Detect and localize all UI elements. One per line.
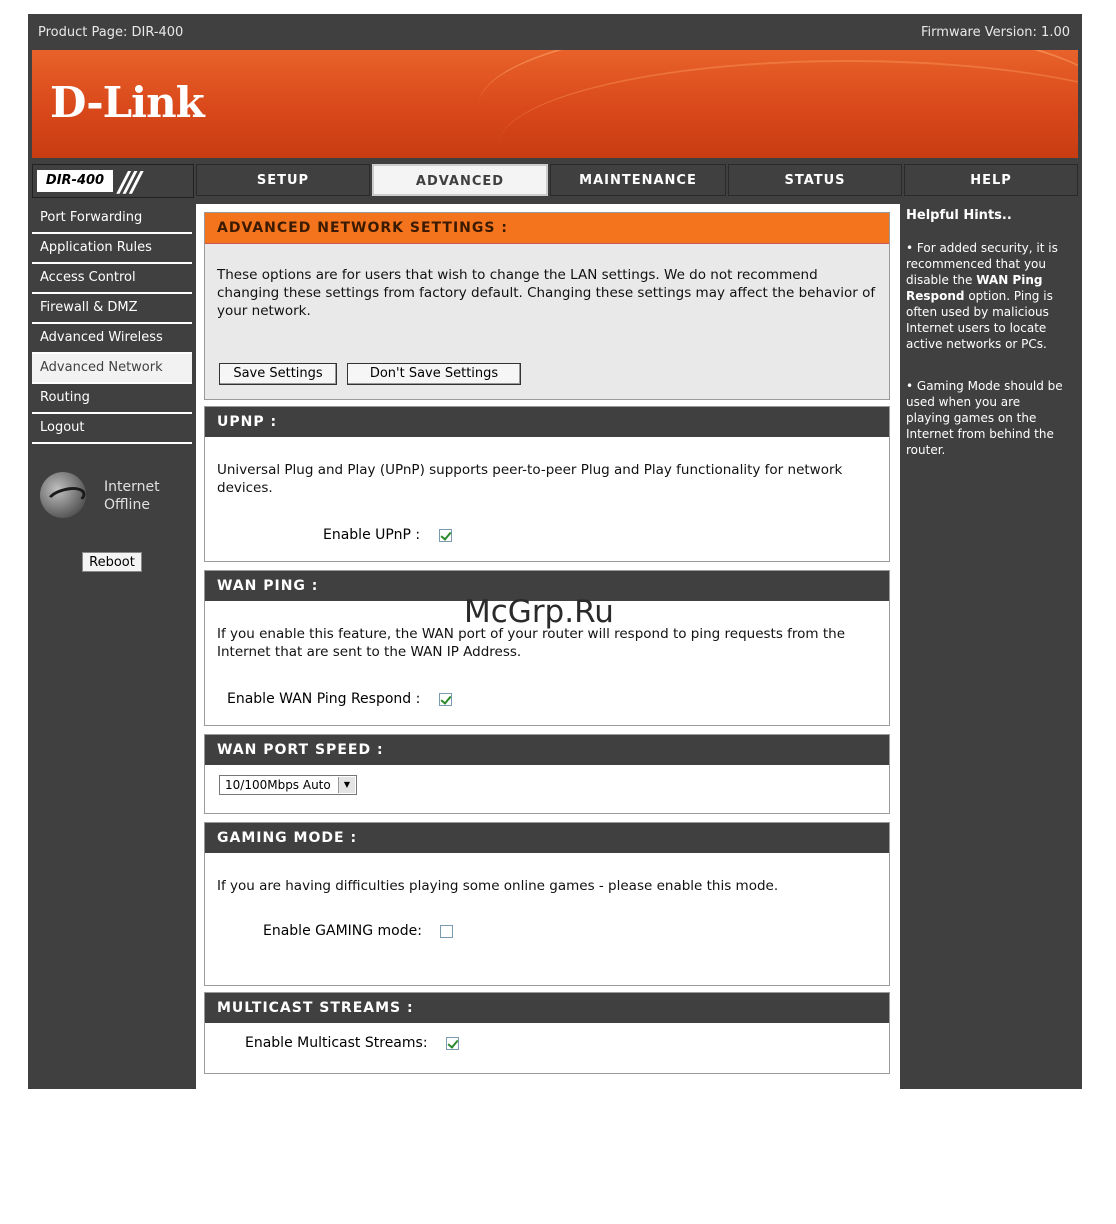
sidebar-item-firewall-dmz[interactable]: Firewall & DMZ	[32, 294, 192, 324]
tab-advanced[interactable]: ADVANCED	[372, 164, 548, 196]
dlink-logo: D-Link	[50, 78, 205, 127]
multicast-row: Enable Multicast Streams:	[245, 1035, 459, 1051]
save-settings-button[interactable]: Save Settings	[219, 363, 337, 385]
sidebar-item-logout[interactable]: Logout	[32, 414, 192, 444]
wan-port-speed-title: WAN PORT SPEED :	[205, 735, 889, 765]
sidebar-item-routing[interactable]: Routing	[32, 384, 192, 414]
upnp-title: UPNP :	[205, 407, 889, 437]
top-info-bar: Product Page: DIR-400 Firmware Version: …	[28, 14, 1082, 48]
router-frame: Product Page: DIR-400 Firmware Version: …	[28, 14, 1082, 1089]
sidebar-item-port-forwarding[interactable]: Port Forwarding	[32, 204, 192, 234]
model-badge: DIR-400 ///	[32, 164, 194, 198]
wan-ping-label: Enable WAN Ping Respond :	[227, 691, 421, 707]
slash-decoration-icon: ///	[119, 165, 142, 198]
sidebar-item-access-control[interactable]: Access Control	[32, 264, 192, 294]
tab-status[interactable]: STATUS	[728, 164, 902, 196]
dont-save-settings-button[interactable]: Don't Save Settings	[347, 363, 521, 385]
sidebar-item-advanced-network[interactable]: Advanced Network	[32, 354, 192, 384]
model-name: DIR-400	[37, 170, 113, 192]
upnp-row: Enable UPnP :	[323, 527, 452, 543]
wan-ping-checkbox[interactable]	[438, 692, 452, 706]
upnp-section: UPNP : Universal Plug and Play (UPnP) su…	[204, 406, 890, 562]
sidebar-item-application-rules[interactable]: Application Rules	[32, 234, 192, 264]
help-hint-gaming: • Gaming Mode should be used when you ar…	[906, 379, 1063, 457]
main-nav: DIR-400 /// SETUP ADVANCED MAINTENANCE S…	[28, 162, 1082, 200]
header-banner: D-Link	[32, 50, 1078, 158]
product-page-label: Product Page: DIR-400	[38, 25, 184, 40]
internet-status-line2: Offline	[104, 497, 150, 513]
gaming-mode-section: GAMING MODE : If you are having difficul…	[204, 822, 890, 986]
help-hint-wan-ping: • For added security, it is recommenced …	[906, 241, 1058, 351]
chevron-down-icon[interactable]: ▼	[338, 777, 355, 793]
tab-setup[interactable]: SETUP	[196, 164, 370, 196]
internet-status-line1: Internet	[104, 479, 160, 495]
gaming-mode-row: Enable GAMING mode:	[263, 923, 454, 939]
tab-help[interactable]: HELP	[904, 164, 1078, 196]
gaming-mode-label: Enable GAMING mode:	[263, 923, 422, 939]
internet-status: Internet Offline	[104, 478, 160, 514]
multicast-streams-section: MULTICAST STREAMS : Enable Multicast Str…	[204, 992, 890, 1074]
tab-maintenance[interactable]: MAINTENANCE	[550, 164, 726, 196]
internet-globe-icon	[40, 472, 88, 518]
upnp-checkbox[interactable]	[438, 528, 452, 542]
advanced-network-title: ADVANCED NETWORK SETTINGS :	[205, 213, 889, 244]
advanced-network-section: ADVANCED NETWORK SETTINGS : These option…	[204, 212, 890, 400]
sidebar: Port Forwarding Application Rules Access…	[32, 204, 192, 444]
gaming-mode-title: GAMING MODE :	[205, 823, 889, 853]
help-title: Helpful Hints..	[906, 208, 1012, 223]
wan-ping-row: Enable WAN Ping Respond :	[227, 691, 452, 707]
sidebar-item-advanced-wireless[interactable]: Advanced Wireless	[32, 324, 192, 354]
multicast-label: Enable Multicast Streams:	[245, 1035, 428, 1051]
main-content: ADVANCED NETWORK SETTINGS : These option…	[196, 204, 900, 1089]
advanced-network-description: These options are for users that wish to…	[217, 267, 876, 319]
upnp-label: Enable UPnP :	[323, 527, 421, 543]
gaming-mode-description: If you are having difficulties playing s…	[217, 878, 779, 894]
upnp-description: Universal Plug and Play (UPnP) supports …	[217, 462, 843, 496]
multicast-checkbox[interactable]	[446, 1036, 459, 1050]
help-panel: Helpful Hints.. • For added security, it…	[904, 204, 1080, 1089]
watermark: McGrp.Ru	[464, 594, 614, 630]
reboot-button[interactable]: Reboot	[82, 552, 142, 572]
wan-port-speed-section: WAN PORT SPEED : 10/100Mbps Auto ▼	[204, 734, 890, 814]
wan-port-speed-value: 10/100Mbps Auto	[225, 778, 331, 792]
wan-port-speed-select[interactable]: 10/100Mbps Auto ▼	[219, 775, 357, 795]
multicast-streams-title: MULTICAST STREAMS :	[205, 993, 889, 1023]
gaming-mode-checkbox[interactable]	[440, 924, 454, 938]
firmware-version-label: Firmware Version: 1.00	[921, 25, 1070, 40]
